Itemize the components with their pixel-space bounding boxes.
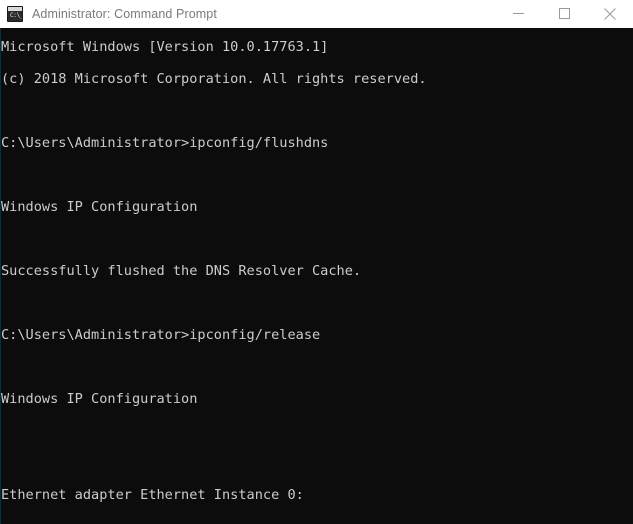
maximize-button[interactable] (541, 0, 587, 27)
console-line: C:\Users\Administrator>ipconfig/release (1, 327, 321, 343)
icon-prompt-glyph: C:\_ (10, 11, 23, 19)
close-button[interactable] (587, 0, 633, 27)
console-line: Windows IP Configuration (1, 391, 198, 407)
titlebar-title-area: C:\_ Administrator: Command Prompt (0, 5, 495, 22)
console-line: Windows IP Configuration (1, 199, 198, 215)
maximize-icon (558, 8, 570, 19)
close-icon (604, 7, 616, 20)
command-prompt-icon[interactable]: C:\_ (7, 5, 23, 22)
minimize-icon (512, 13, 524, 14)
console-output-area[interactable]: Microsoft Windows [Version 10.0.17763.1]… (0, 28, 633, 524)
minimize-button[interactable] (495, 0, 541, 27)
console-line: C:\Users\Administrator>ipconfig/flushdns (1, 135, 329, 151)
icon-title-strip (8, 6, 22, 11)
window-titlebar[interactable]: C:\_ Administrator: Command Prompt (0, 0, 633, 28)
window-left-edge (0, 28, 1, 524)
window-controls (495, 0, 633, 27)
console-text: Microsoft Windows [Version 10.0.17763.1]… (0, 31, 633, 524)
console-line: (c) 2018 Microsoft Corporation. All righ… (1, 71, 427, 87)
console-line: Ethernet adapter Ethernet Instance 0: (1, 487, 304, 503)
console-line: Microsoft Windows [Version 10.0.17763.1] (1, 39, 329, 55)
console-line: Successfully flushed the DNS Resolver Ca… (1, 263, 362, 279)
command-prompt-window: C:\_ Administrator: Command Prompt Micro… (0, 0, 633, 524)
window-title: Administrator: Command Prompt (32, 6, 217, 21)
